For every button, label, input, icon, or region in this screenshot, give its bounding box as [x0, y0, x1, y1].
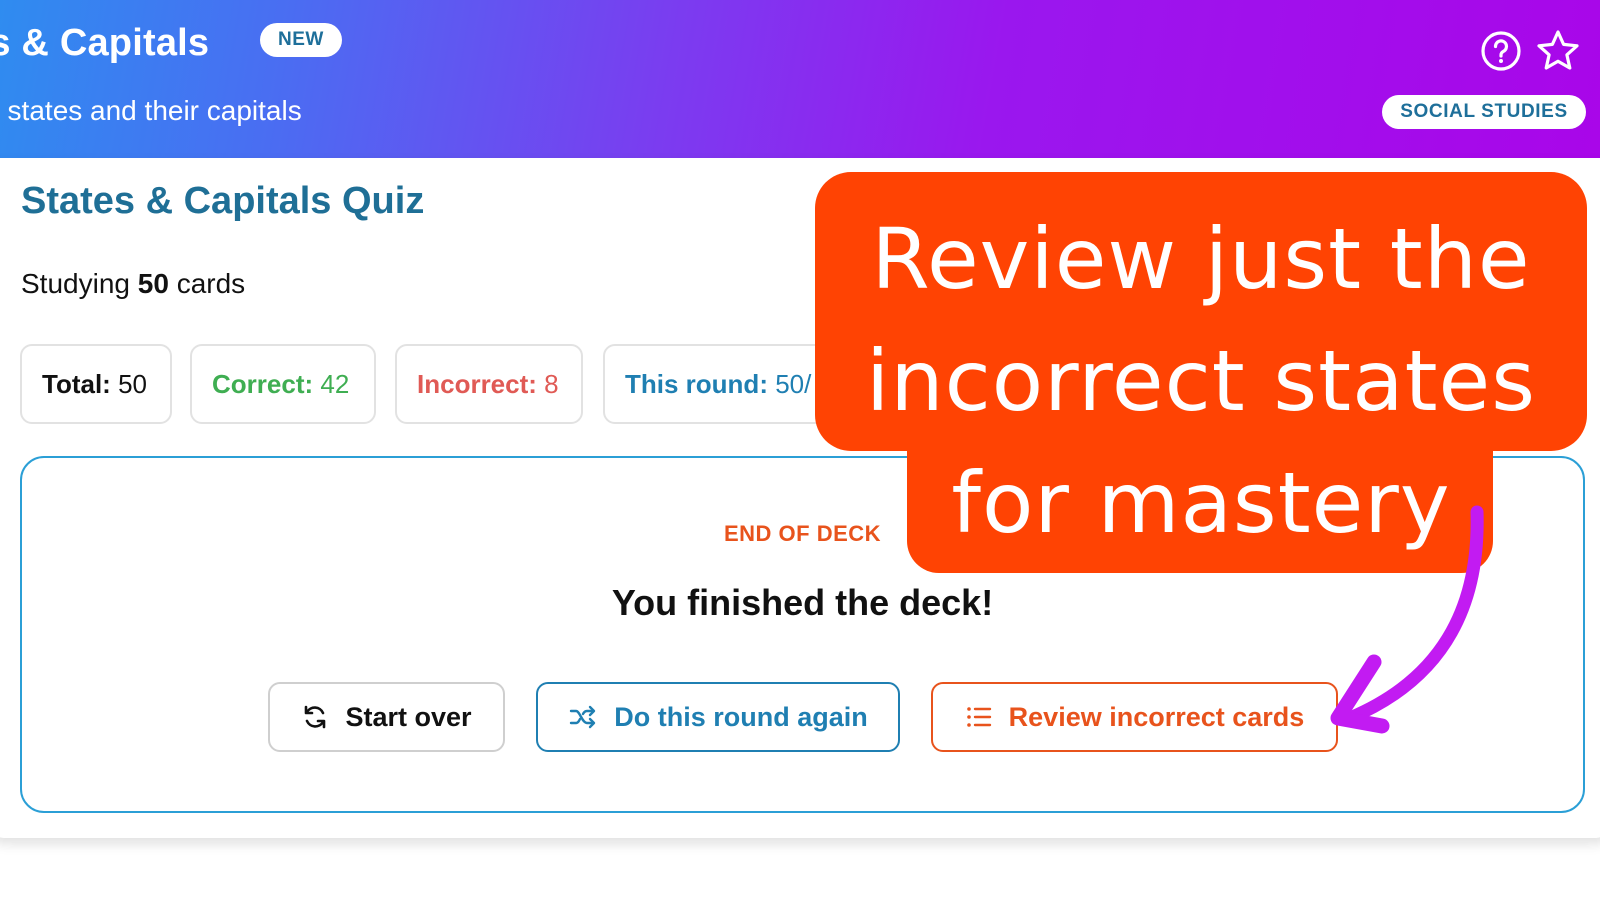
deck-title: es & Capitals	[0, 22, 210, 64]
repeat-round-button[interactable]: Do this round again	[536, 682, 900, 752]
shuffle-icon	[570, 705, 596, 729]
studying-prefix: Studying	[21, 268, 130, 299]
stat-total-value: 50	[118, 369, 147, 399]
studying-count: 50	[137, 268, 169, 299]
stat-round-label: This round:	[625, 369, 768, 399]
stat-correct: Correct: 42	[190, 344, 376, 424]
studying-suffix: cards	[176, 268, 246, 299]
callout-arrow-icon	[1330, 505, 1484, 734]
stat-incorrect-value: 8	[544, 369, 559, 399]
review-incorrect-button[interactable]: Review incorrect cards	[931, 682, 1338, 752]
restart-icon	[305, 705, 326, 729]
star-icon[interactable]	[1535, 28, 1581, 74]
studying-count-text: Studying 50 cards	[21, 268, 245, 300]
deck-subtitle: . states and their capitals	[0, 95, 302, 126]
callout-line-2: incorrect states	[866, 332, 1536, 430]
stat-incorrect-label: Incorrect:	[417, 369, 537, 399]
deck-header: es & Capitals NEW . states and their cap…	[0, 0, 1600, 158]
start-over-label: Start over	[345, 701, 472, 732]
review-incorrect-label: Review incorrect cards	[1008, 701, 1305, 732]
stat-correct-label: Correct:	[212, 369, 314, 399]
stat-incorrect: Incorrect: 8	[395, 344, 583, 424]
subject-badge: SOCIAL STUDIES	[1382, 95, 1586, 129]
repeat-round-label: Do this round again	[614, 701, 868, 732]
stat-total: Total: 50	[20, 344, 172, 424]
help-icon[interactable]	[1480, 30, 1522, 72]
start-over-button[interactable]: Start over	[268, 682, 505, 752]
stat-round-value: 50/	[775, 369, 812, 399]
stat-correct-value: 42	[320, 369, 350, 399]
list-icon	[966, 707, 991, 727]
stat-total-label: Total:	[42, 369, 111, 399]
new-badge: NEW	[260, 23, 342, 57]
callout-line-1: Review just the	[871, 210, 1531, 308]
quiz-title: States & Capitals Quiz	[21, 180, 425, 222]
